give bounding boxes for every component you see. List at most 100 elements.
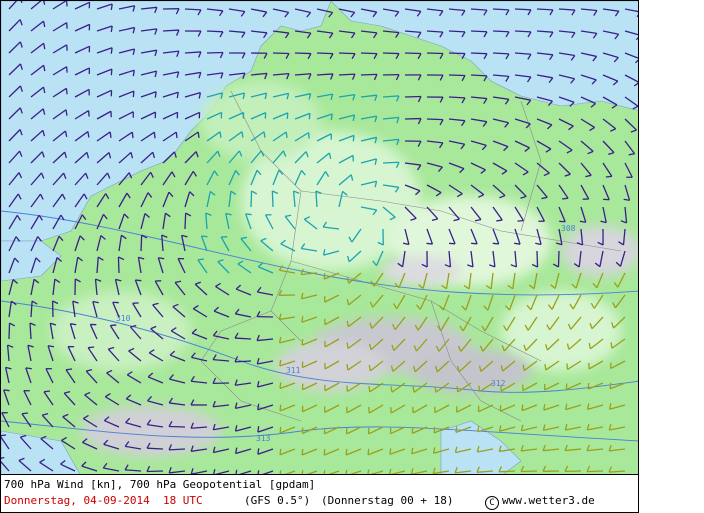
wind-barb-feather [330,113,333,121]
wind-barb-feather [367,448,370,455]
wind-barb-feather [257,448,260,455]
wind-barb-feather [88,346,95,349]
wind-barb-icon [294,52,312,55]
wind-barb-feather [3,389,10,392]
wind-barb-feather [368,385,371,393]
wind-barb-feather [153,132,156,139]
wind-barb-feather [301,316,304,323]
wind-barb-feather [433,426,436,433]
wind-barb-feather [131,132,134,139]
wind-barb-icon [338,73,356,76]
wind-barb-feather [434,386,437,393]
wind-barb-feather [65,88,68,95]
wind-barb-icon [404,52,422,55]
wind-barb-feather [43,390,51,393]
wind-barb-icon [162,29,180,32]
wind-barb-feather [543,404,546,411]
wind-barb-icon [360,52,378,55]
wind-barb-icon [117,256,120,274]
wind-barb-feather [245,213,252,216]
wind-barb-feather [346,385,349,392]
wind-barb-feather [135,279,142,282]
map-caption: 700 hPa Wind [kn], 700 hPa Geopotential … [0,475,639,513]
wind-barb-feather [610,342,613,349]
wind-barb-icon [184,212,187,230]
wind-barb-icon [586,470,604,473]
wind-barb-feather [389,448,392,455]
wind-barb-feather [132,91,135,98]
wind-barb-icon [492,30,510,33]
wind-barb-icon [448,52,466,55]
wind-barb-icon [498,470,516,473]
weather-map: 310 311 312 313 308 [0,0,639,475]
valid-date: Donnerstag, 04-09-2014 18 UTC [4,494,203,507]
wind-barb-feather [279,426,282,433]
wind-barb-feather [175,132,178,139]
wind-barb-icon [168,448,186,451]
wind-barb-feather [562,197,569,200]
wind-barb-feather [65,368,73,371]
wind-barb-feather [279,404,282,411]
wind-barb-icon [426,52,444,55]
wind-barb-icon [492,52,510,55]
wind-barb-feather [517,219,524,222]
contour-label: 313 [256,434,271,443]
wind-barb-feather [455,426,458,433]
wind-barb-feather [449,242,456,245]
wind-barb-feather [257,426,260,433]
wind-barb-feather [345,448,348,456]
wind-barb-feather [426,242,433,245]
wind-barb-feather [308,113,311,120]
wind-barb-icon [184,8,202,11]
wind-barb-feather [241,131,244,138]
wind-barb-icon [338,52,356,55]
wind-barb-icon [382,161,400,164]
wind-barb-feather [65,1,68,7]
wind-barb-icon [234,337,252,340]
wind-barb-icon [470,74,488,77]
contour-label: 311 [286,366,301,375]
map-canvas: 310 311 312 313 308 [1,1,638,474]
wind-barb-feather [263,131,266,138]
wind-barb-feather [21,412,29,415]
wind-barb-feather [1,434,7,437]
map-title: 700 hPa Wind [kn], 700 hPa Geopotential … [4,478,316,491]
wind-barb-feather [566,363,569,370]
wind-barb-icon [140,234,143,252]
copyright-icon: C [485,496,499,510]
wind-barb-icon [536,250,539,268]
wind-barb-icon [470,30,488,33]
wind-barb-icon [316,52,334,55]
wind-barb-feather [110,25,113,33]
wind-barb-icon [536,8,554,11]
wind-barb-icon [206,30,224,33]
wind-barb-feather [521,404,524,411]
wind-barb-icon [426,118,444,121]
wind-barb-feather [25,367,32,370]
wind-barb-feather [496,219,503,222]
wind-barb-icon [448,30,466,33]
wind-barb-feather [110,324,117,327]
wind-barb-feather [346,364,349,371]
contour-label: 308 [561,224,576,233]
wind-barb-feather [352,135,355,142]
wind-barb-feather [285,131,288,139]
wind-barb-feather [197,258,204,261]
wind-barb-icon [514,30,532,33]
source-link[interactable]: www.wetter3.de [502,494,595,507]
wind-barb-icon [492,8,510,11]
wind-barb-feather [605,175,612,178]
wind-barb-feather [110,3,113,11]
wind-barb-feather [492,242,499,245]
run-label: (Donnerstag 00 + 18) [321,494,454,507]
wind-barb-feather [544,364,547,371]
model-label: (GFS 0.5°) [244,494,311,507]
copyright[interactable]: Cwww.wetter3.de [485,494,595,510]
wind-barb-feather [219,131,222,138]
wind-barb-feather [109,131,112,138]
wind-barb-feather [110,47,113,54]
wind-barb-feather [609,382,612,389]
wind-barb-icon [470,52,488,55]
wind-barb-feather [412,386,415,393]
wind-barb-feather [201,235,208,238]
